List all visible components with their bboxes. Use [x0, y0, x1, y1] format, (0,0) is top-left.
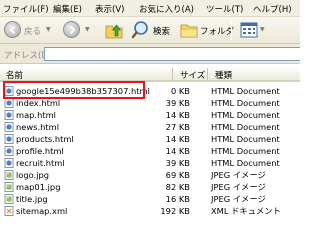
- file-name: title.jpg: [16, 194, 48, 204]
- html-file-icon: [4, 134, 14, 144]
- file-name: recruit.html: [16, 158, 65, 168]
- views-button[interactable]: [240, 21, 258, 39]
- file-size: 192 KB: [160, 206, 190, 216]
- address-field[interactable]: [44, 47, 300, 61]
- address-bar: アドレス(D): [0, 44, 300, 64]
- file-size: 27 KB: [165, 122, 190, 132]
- file-type: HTML Document: [211, 158, 280, 168]
- column-divider[interactable]: [172, 68, 173, 80]
- menu-tools[interactable]: ツール(T): [206, 3, 243, 15]
- file-type: JPEG イメージ: [211, 170, 266, 180]
- column-header-size[interactable]: サイズ: [180, 69, 205, 81]
- jpeg-file-icon: [4, 182, 14, 192]
- jpeg-file-icon: [4, 194, 14, 204]
- back-arrow-icon: [9, 25, 16, 35]
- file-type: HTML Document: [211, 98, 280, 108]
- back-button[interactable]: [4, 21, 21, 38]
- file-size: 14 KB: [165, 146, 190, 156]
- file-row[interactable]: profile.html 14 KB HTML Document: [0, 145, 300, 157]
- file-name: news.html: [16, 122, 60, 132]
- toolbar: 戻る ▼ ▼ 検索 フォルダ ▼: [0, 17, 300, 44]
- file-size: 39 KB: [165, 98, 190, 108]
- file-type: JPEG イメージ: [211, 194, 266, 204]
- file-row[interactable]: news.html 27 KB HTML Document: [0, 121, 300, 133]
- file-row[interactable]: map.html 14 KB HTML Document: [0, 109, 300, 121]
- menu-help[interactable]: ヘルプ(H): [253, 3, 292, 15]
- file-size: 14 KB: [165, 134, 190, 144]
- file-size: 14 KB: [165, 110, 190, 120]
- toolbar-separator: [231, 21, 232, 40]
- file-name: products.html: [16, 134, 74, 144]
- file-type: JPEG イメージ: [211, 182, 266, 192]
- column-header-name[interactable]: 名前: [6, 69, 23, 81]
- jpeg-file-icon: [4, 170, 14, 180]
- html-file-icon: [4, 158, 14, 168]
- file-size: 16 KB: [165, 194, 190, 204]
- file-row[interactable]: products.html 14 KB HTML Document: [0, 133, 300, 145]
- file-size: 0 KB: [170, 86, 190, 96]
- up-folder-button[interactable]: [104, 20, 124, 40]
- file-type: HTML Document: [211, 110, 280, 120]
- menu-favorites[interactable]: お気に入り(A): [139, 3, 194, 15]
- menu-bar: ファイル(F) 編集(E) 表示(V) お気に入り(A) ツール(T) ヘルプ(…: [0, 0, 300, 17]
- back-dropdown-icon[interactable]: ▼: [46, 26, 51, 33]
- menu-edit[interactable]: 編集(E): [53, 3, 82, 15]
- forward-button[interactable]: [63, 21, 80, 38]
- folders-label: フォルダ: [200, 27, 235, 37]
- file-size: 39 KB: [165, 158, 190, 168]
- forward-arrow-icon: [69, 25, 76, 35]
- highlight-box: [3, 81, 145, 99]
- file-row[interactable]: logo.jpg 69 KB JPEG イメージ: [0, 169, 300, 181]
- menu-view[interactable]: 表示(V): [95, 3, 124, 15]
- file-type: HTML Document: [211, 146, 280, 156]
- file-type: XML ドキュメント: [211, 206, 281, 216]
- menu-file[interactable]: ファイル(F): [3, 3, 49, 15]
- forward-dropdown-icon[interactable]: ▼: [85, 26, 90, 33]
- search-label: 検索: [153, 27, 171, 37]
- file-name: map01.jpg: [16, 182, 61, 192]
- file-name: map.html: [16, 110, 56, 120]
- file-name: sitemap.xml: [16, 206, 68, 216]
- list-empty-area: [0, 226, 300, 242]
- folders-button[interactable]: [180, 21, 198, 39]
- list-header: 名前 サイズ 種類: [0, 66, 300, 82]
- views-dropdown-icon[interactable]: ▼: [260, 26, 265, 33]
- html-file-icon: [4, 98, 14, 108]
- file-type: HTML Document: [211, 86, 280, 96]
- column-header-type[interactable]: 種類: [215, 69, 232, 81]
- file-row[interactable]: recruit.html 39 KB HTML Document: [0, 157, 300, 169]
- file-row[interactable]: map01.jpg 82 KB JPEG イメージ: [0, 181, 300, 193]
- html-file-icon: [4, 110, 14, 120]
- file-name: logo.jpg: [16, 170, 50, 180]
- file-row[interactable]: title.jpg 16 KB JPEG イメージ: [0, 193, 300, 205]
- file-row[interactable]: sitemap.xml 192 KB XML ドキュメント: [0, 205, 300, 217]
- file-type: HTML Document: [211, 122, 280, 132]
- file-name: profile.html: [16, 146, 64, 156]
- file-size: 69 KB: [165, 170, 190, 180]
- html-file-icon: [4, 146, 14, 156]
- xml-file-icon: [4, 206, 14, 216]
- column-divider[interactable]: [207, 68, 208, 80]
- file-type: HTML Document: [211, 134, 280, 144]
- html-file-icon: [4, 122, 14, 132]
- file-size: 82 KB: [165, 182, 190, 192]
- back-label: 戻る: [24, 27, 42, 37]
